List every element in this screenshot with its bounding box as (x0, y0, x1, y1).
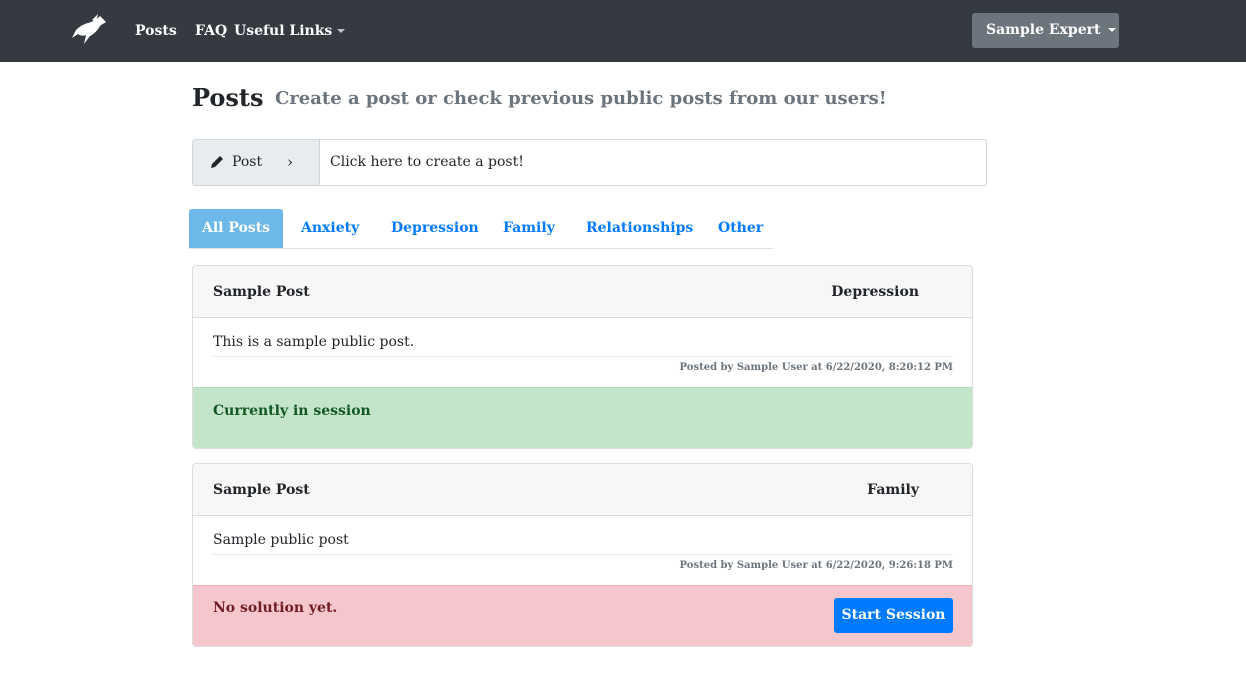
divider (213, 554, 953, 555)
post-status-bar: No solution yet. Start Session (193, 585, 972, 646)
tab-all-posts[interactable]: All Posts (189, 209, 283, 248)
post-title: Sample Post (213, 284, 310, 300)
post-card-header: Sample Post Depression (193, 266, 972, 318)
nav-link-faq[interactable]: FAQ (195, 22, 227, 40)
nav-dropdown-useful-links[interactable]: Useful Links (234, 22, 346, 40)
post-button-label: Post (232, 154, 263, 170)
page-subtitle: Create a post or check previous public p… (275, 88, 887, 109)
nav-link-posts[interactable]: Posts (135, 22, 177, 40)
post-meta: Posted by Sample User at 6/22/2020, 9:26… (679, 560, 953, 571)
chevron-down-icon (337, 29, 346, 33)
post-title: Sample Post (213, 482, 310, 498)
tab-family[interactable]: Family (503, 209, 555, 248)
post-body: This is a sample public post. (213, 334, 415, 350)
post-button[interactable]: Post › (193, 140, 320, 185)
post-status-bar: Currently in session (193, 387, 972, 448)
post-meta: Posted by Sample User at 6/22/2020, 8:20… (679, 362, 953, 373)
pencil-icon (211, 156, 223, 168)
start-session-button[interactable]: Start Session (834, 598, 953, 633)
post-card: Sample Post Depression This is a sample … (192, 265, 973, 449)
status-text: Currently in session (213, 403, 371, 419)
create-post-input[interactable]: Click here to create a post! (330, 140, 524, 185)
post-body: Sample public post (213, 532, 349, 548)
post-category: Family (867, 482, 919, 498)
post-category: Depression (831, 284, 919, 300)
status-text: No solution yet. (213, 600, 338, 616)
post-card: Sample Post Family Sample public post Po… (192, 463, 973, 647)
chevron-down-icon (1108, 28, 1117, 32)
tab-anxiety[interactable]: Anxiety (301, 209, 359, 248)
create-post-group: Post › Click here to create a post! (192, 139, 987, 186)
category-tabs: All Posts Anxiety Depression Family Rela… (189, 209, 773, 249)
page-title: Posts (192, 83, 264, 112)
top-navbar: Posts FAQ Useful Links Sample Expert (0, 0, 1246, 62)
user-menu-label: Sample Expert (986, 22, 1101, 38)
tab-relationships[interactable]: Relationships (586, 209, 693, 248)
tab-other[interactable]: Other (718, 209, 763, 248)
useful-links-label: Useful Links (234, 23, 333, 39)
chevron-right-icon: › (287, 153, 293, 171)
user-menu-button[interactable]: Sample Expert (972, 13, 1119, 48)
tab-depression[interactable]: Depression (391, 209, 479, 248)
divider (213, 356, 953, 357)
post-card-header: Sample Post Family (193, 464, 972, 516)
pegasus-logo-icon[interactable] (70, 14, 108, 48)
